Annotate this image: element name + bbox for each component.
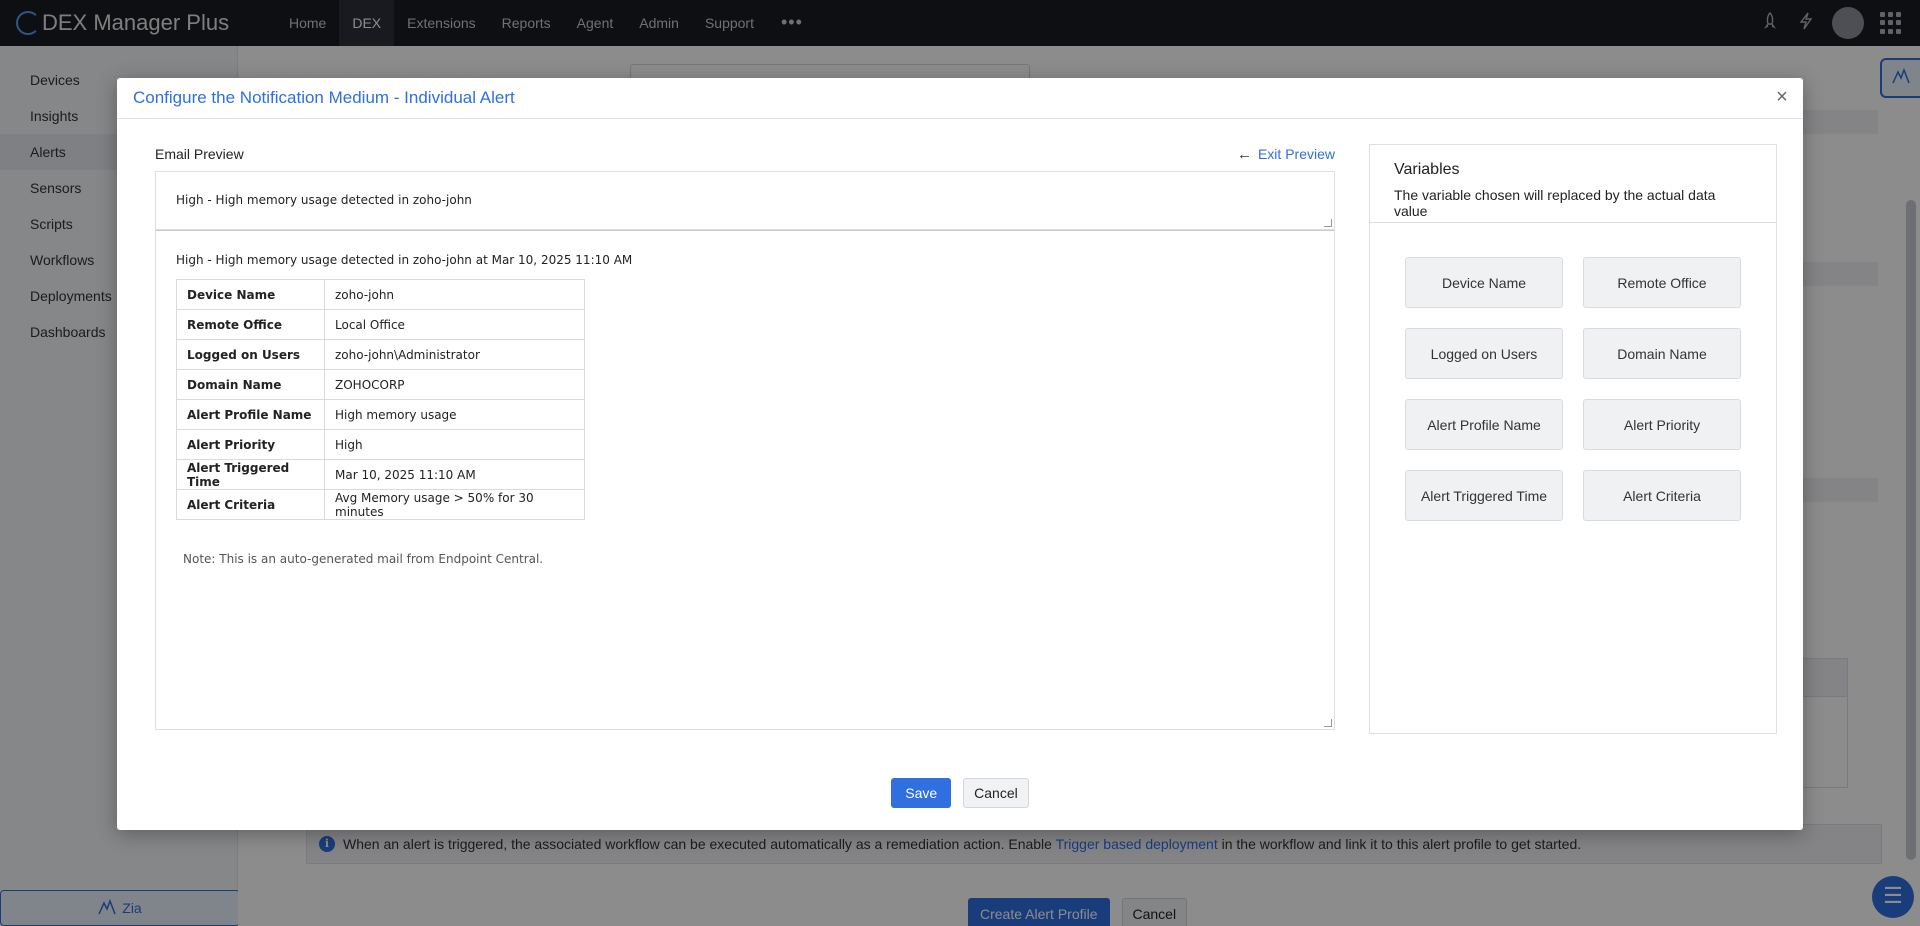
variables-title: Variables <box>1394 161 1460 178</box>
email-preview-label: Email Preview <box>155 146 244 162</box>
table-row: Device Name zoho-john <box>176 279 585 310</box>
table-row: Logged on Users zoho-john\Administrator <box>176 339 585 370</box>
detail-value: Mar 10, 2025 11:10 AM <box>324 459 585 490</box>
email-body-intro: High - High memory usage detected in zoh… <box>176 253 633 267</box>
detail-value: High memory usage <box>324 399 585 430</box>
dialog-footer: Save Cancel <box>117 778 1803 808</box>
detail-value: High <box>324 429 585 460</box>
variable-alert-criteria[interactable]: Alert Criteria <box>1583 470 1741 521</box>
detail-value: Avg Memory usage > 50% for 30 minutes <box>324 489 585 520</box>
arrow-left-icon: ← <box>1236 145 1252 163</box>
detail-key: Alert Criteria <box>176 489 325 520</box>
variable-remote-office[interactable]: Remote Office <box>1583 257 1741 308</box>
close-icon[interactable]: × <box>1771 86 1793 109</box>
notification-medium-dialog: Configure the Notification Medium - Indi… <box>117 78 1803 830</box>
table-row: Alert Priority High <box>176 429 585 460</box>
variable-device-name[interactable]: Device Name <box>1405 257 1563 308</box>
resize-handle-icon[interactable] <box>1324 719 1332 727</box>
exit-preview-label: Exit Preview <box>1257 146 1335 162</box>
variable-alert-triggered-time[interactable]: Alert Triggered Time <box>1405 470 1563 521</box>
variable-logged-on-users[interactable]: Logged on Users <box>1405 328 1563 379</box>
preview-header: Email Preview ← Exit Preview <box>155 144 1335 164</box>
detail-key: Logged on Users <box>176 339 325 370</box>
variables-description: The variable chosen will replaced by the… <box>1394 187 1716 219</box>
email-subject-field[interactable]: High - High memory usage detected in zoh… <box>155 171 1335 230</box>
table-row: Alert Profile Name High memory usage <box>176 399 585 430</box>
resize-handle-icon[interactable] <box>1324 219 1332 227</box>
variable-alert-priority[interactable]: Alert Priority <box>1583 399 1741 450</box>
detail-key: Alert Triggered Time <box>176 459 325 490</box>
save-button[interactable]: Save <box>891 778 952 808</box>
variables-header: Variables The variable chosen will repla… <box>1370 145 1776 223</box>
dialog-header: Configure the Notification Medium - Indi… <box>117 78 1803 119</box>
variables-panel: Variables The variable chosen will repla… <box>1369 144 1777 734</box>
detail-key: Device Name <box>176 279 325 310</box>
dialog-title: Configure the Notification Medium - Indi… <box>133 88 515 107</box>
table-row: Alert Criteria Avg Memory usage > 50% for… <box>176 489 585 520</box>
detail-value: Local Office <box>324 309 585 340</box>
detail-value: ZOHOCORP <box>324 369 585 400</box>
detail-key: Domain Name <box>176 369 325 400</box>
detail-key: Alert Priority <box>176 429 325 460</box>
detail-key: Alert Profile Name <box>176 399 325 430</box>
table-row: Domain Name ZOHOCORP <box>176 369 585 400</box>
detail-value: zoho-john\Administrator <box>324 339 585 370</box>
variables-grid: Device Name Remote Office Logged on User… <box>1370 223 1776 555</box>
detail-key: Remote Office <box>176 309 325 340</box>
email-body-field[interactable]: High - High memory usage detected in zoh… <box>155 230 1335 730</box>
variable-alert-profile-name[interactable]: Alert Profile Name <box>1405 399 1563 450</box>
auto-generated-note: Note: This is an auto-generated mail fro… <box>183 552 544 566</box>
table-row: Remote Office Local Office <box>176 309 585 340</box>
alert-details-table: Device Name zoho-john Remote Office Local … <box>176 279 585 520</box>
cancel-button[interactable]: Cancel <box>963 778 1029 808</box>
email-subject-text: High - High memory usage detected in zoh… <box>176 193 472 207</box>
detail-value: zoho-john <box>324 279 585 310</box>
exit-preview-link[interactable]: ← Exit Preview <box>1237 146 1335 163</box>
variable-domain-name[interactable]: Domain Name <box>1583 328 1741 379</box>
table-row: Alert Triggered Time Mar 10, 2025 11:10 A… <box>176 459 585 490</box>
